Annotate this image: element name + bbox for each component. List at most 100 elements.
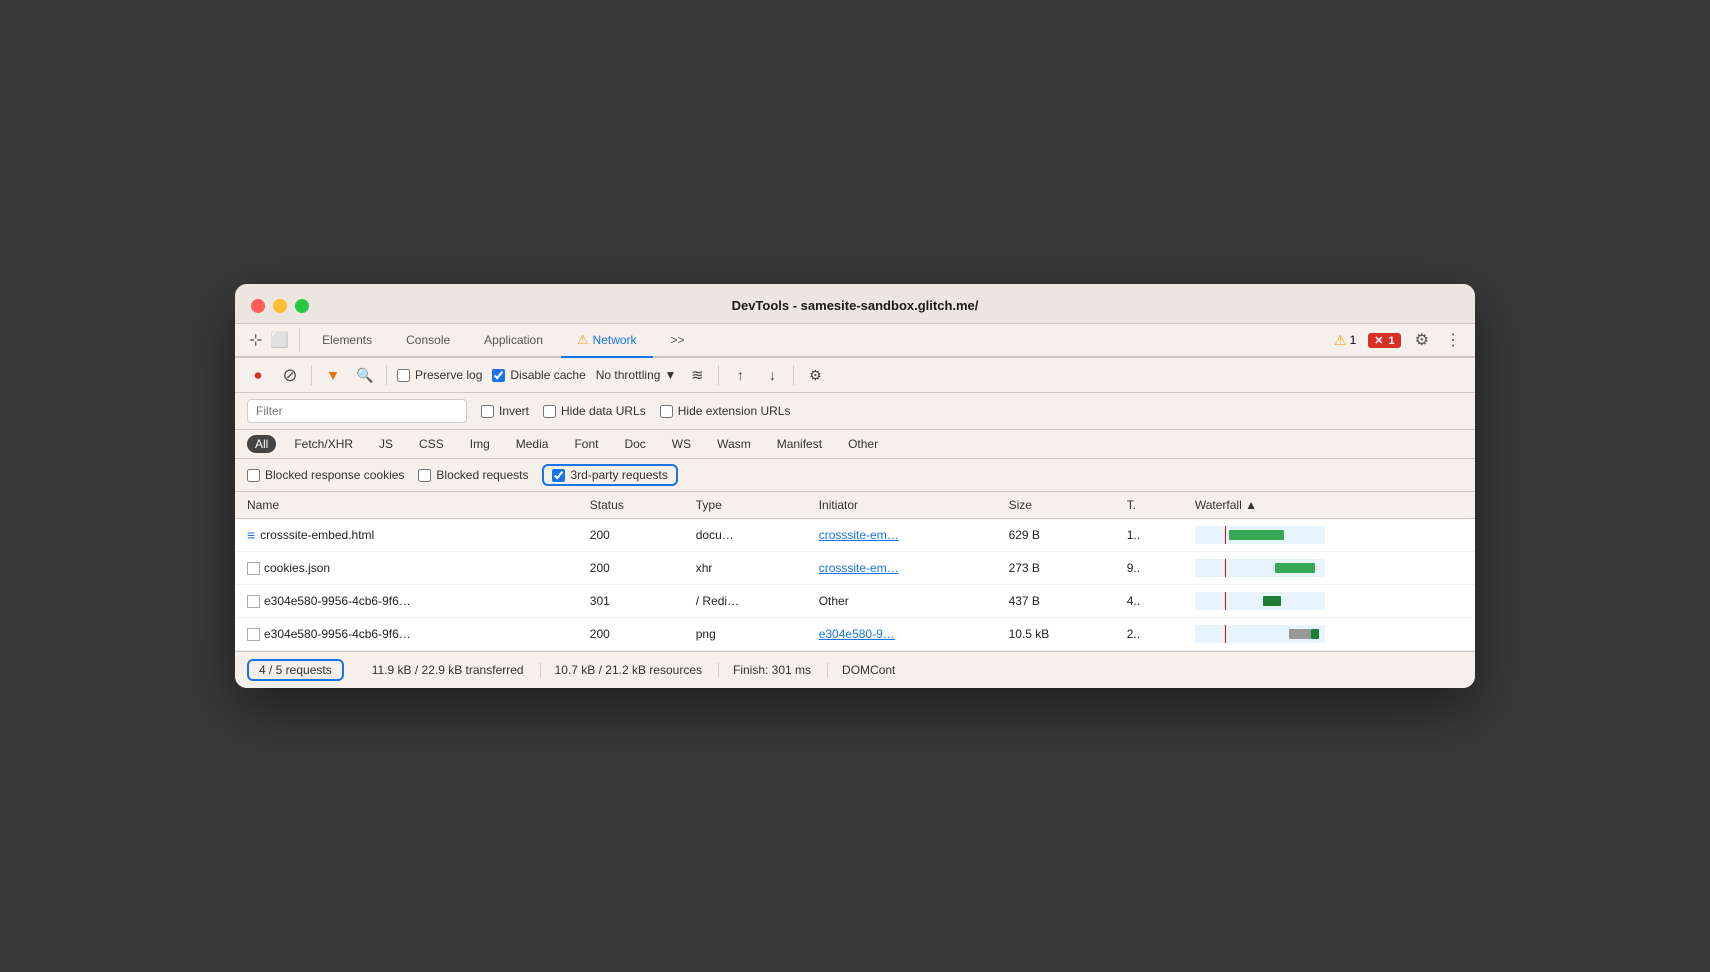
filter-row: Invert Hide data URLs Hide extension URL… xyxy=(235,393,1475,430)
hide-data-urls-label[interactable]: Hide data URLs xyxy=(543,404,646,418)
network-warning-icon: ⚠ xyxy=(577,332,589,348)
waterfall-bar-container xyxy=(1195,526,1325,544)
filter-button[interactable]: ▼ xyxy=(322,364,344,386)
warning-icon: ⚠ xyxy=(1334,332,1347,349)
minimize-button[interactable] xyxy=(273,299,287,313)
cursor-icon[interactable]: ⊹ xyxy=(247,328,264,352)
separator-3 xyxy=(718,365,719,385)
hide-extension-urls-checkbox[interactable] xyxy=(660,405,673,418)
filter-ws-button[interactable]: WS xyxy=(664,435,699,453)
more-options-icon[interactable]: ⋮ xyxy=(1443,328,1463,352)
responsive-icon[interactable]: ⬜ xyxy=(268,329,291,351)
stop-recording-button[interactable]: ⏺ xyxy=(247,364,269,386)
blocked-requests-checkbox[interactable] xyxy=(418,469,431,482)
domcont-info: DOMCont xyxy=(828,663,895,677)
blocked-requests-label[interactable]: Blocked requests xyxy=(418,468,528,482)
table-header-row: Name Status Type Initiator Size T. Water… xyxy=(235,492,1475,519)
type-filter-row: All Fetch/XHR JS CSS Img Media Font Doc … xyxy=(235,430,1475,459)
devtools-content: ⊹ ⬜ Elements Console Application ⚠ Netwo… xyxy=(235,324,1475,688)
throttle-select[interactable]: No throttling ▼ xyxy=(596,368,677,382)
search-icon[interactable]: 🔍 xyxy=(354,364,376,386)
error-icon: ✕ xyxy=(1374,335,1383,347)
initiator-link[interactable]: e304e580-9… xyxy=(819,627,895,641)
col-status[interactable]: Status xyxy=(578,492,684,519)
waterfall-bar-container xyxy=(1195,625,1325,643)
settings-icon[interactable]: ⚙ xyxy=(1413,328,1431,352)
initiator-link[interactable]: crosssite-em… xyxy=(819,528,899,542)
cell-time: 1.. xyxy=(1115,519,1183,552)
cell-name: e304e580-9956-4cb6-9f6… xyxy=(235,585,578,618)
cell-type: docu… xyxy=(684,519,807,552)
cell-type: / Redi… xyxy=(684,585,807,618)
tab-more[interactable]: >> xyxy=(655,325,701,357)
cell-name: cookies.json xyxy=(235,552,578,585)
table-row[interactable]: ≡ crosssite-embed.html 200 docu… crosssi… xyxy=(235,519,1475,552)
waterfall-bar-container xyxy=(1195,592,1325,610)
tab-application[interactable]: Application xyxy=(468,325,559,357)
filter-wasm-button[interactable]: Wasm xyxy=(709,435,759,453)
cell-status: 200 xyxy=(578,519,684,552)
cell-initiator: crosssite-em… xyxy=(807,519,997,552)
initiator-link[interactable]: crosssite-em… xyxy=(819,561,899,575)
invert-checkbox[interactable] xyxy=(481,405,494,418)
cell-status: 301 xyxy=(578,585,684,618)
filter-font-button[interactable]: Font xyxy=(566,435,606,453)
network-settings-icon[interactable]: ⚙ xyxy=(804,364,826,386)
table-row[interactable]: e304e580-9956-4cb6-9f6… 301 / Redi… Othe… xyxy=(235,585,1475,618)
tab-elements[interactable]: Elements xyxy=(306,325,388,357)
cell-status: 200 xyxy=(578,552,684,585)
table-row[interactable]: cookies.json 200 xhr crosssite-em… 273 B… xyxy=(235,552,1475,585)
network-table-container: Name Status Type Initiator Size T. Water… xyxy=(235,492,1475,651)
separator-4 xyxy=(793,365,794,385)
maximize-button[interactable] xyxy=(295,299,309,313)
table-row[interactable]: e304e580-9956-4cb6-9f6… 200 png e304e580… xyxy=(235,618,1475,651)
blocked-response-cookies-checkbox[interactable] xyxy=(247,469,260,482)
filter-manifest-button[interactable]: Manifest xyxy=(769,435,830,453)
filter-other-button[interactable]: Other xyxy=(840,435,886,453)
col-waterfall[interactable]: Waterfall ▲ xyxy=(1183,492,1475,519)
third-party-requests-label[interactable]: 3rd-party requests xyxy=(552,468,667,482)
filter-media-button[interactable]: Media xyxy=(508,435,557,453)
tab-console[interactable]: Console xyxy=(390,325,466,357)
filter-doc-button[interactable]: Doc xyxy=(616,435,653,453)
filter-js-button[interactable]: JS xyxy=(371,435,401,453)
cell-initiator: crosssite-em… xyxy=(807,552,997,585)
upload-icon[interactable]: ↑ xyxy=(729,364,751,386)
waterfall-bar xyxy=(1229,530,1284,540)
hide-data-urls-checkbox[interactable] xyxy=(543,405,556,418)
col-initiator[interactable]: Initiator xyxy=(807,492,997,519)
filter-fetch-xhr-button[interactable]: Fetch/XHR xyxy=(286,435,361,453)
col-name[interactable]: Name xyxy=(235,492,578,519)
wifi-icon[interactable]: ≋ xyxy=(686,364,708,386)
preserve-log-checkbox[interactable] xyxy=(397,369,410,382)
waterfall-line xyxy=(1225,592,1226,610)
col-time[interactable]: T. xyxy=(1115,492,1183,519)
devtools-window: DevTools - samesite-sandbox.glitch.me/ ⊹… xyxy=(235,284,1475,688)
hide-extension-urls-label[interactable]: Hide extension URLs xyxy=(660,404,791,418)
invert-label[interactable]: Invert xyxy=(481,404,529,418)
cell-initiator: e304e580-9… xyxy=(807,618,997,651)
network-table: Name Status Type Initiator Size T. Water… xyxy=(235,492,1475,651)
preserve-log-label[interactable]: Preserve log xyxy=(397,368,482,382)
disable-cache-checkbox[interactable] xyxy=(492,369,505,382)
col-size[interactable]: Size xyxy=(997,492,1115,519)
disable-cache-label[interactable]: Disable cache xyxy=(492,368,585,382)
filter-all-button[interactable]: All xyxy=(247,435,276,453)
third-party-requests-checkbox[interactable] xyxy=(552,469,565,482)
waterfall-bar xyxy=(1263,596,1281,606)
close-button[interactable] xyxy=(251,299,265,313)
filter-css-button[interactable]: CSS xyxy=(411,435,452,453)
filter-input[interactable] xyxy=(247,399,467,423)
blocked-response-cookies-label[interactable]: Blocked response cookies xyxy=(247,468,404,482)
filter-img-button[interactable]: Img xyxy=(462,435,498,453)
tab-network[interactable]: ⚠ Network xyxy=(561,324,653,358)
cell-name: ≡ crosssite-embed.html xyxy=(235,519,578,552)
cell-time: 4.. xyxy=(1115,585,1183,618)
col-type[interactable]: Type xyxy=(684,492,807,519)
download-icon[interactable]: ↓ xyxy=(761,364,783,386)
cell-status: 200 xyxy=(578,618,684,651)
clear-button[interactable]: ⊘ xyxy=(279,364,301,386)
resources-info: 10.7 kB / 21.2 kB resources xyxy=(541,663,719,677)
cell-time: 9.. xyxy=(1115,552,1183,585)
cell-size: 437 B xyxy=(997,585,1115,618)
